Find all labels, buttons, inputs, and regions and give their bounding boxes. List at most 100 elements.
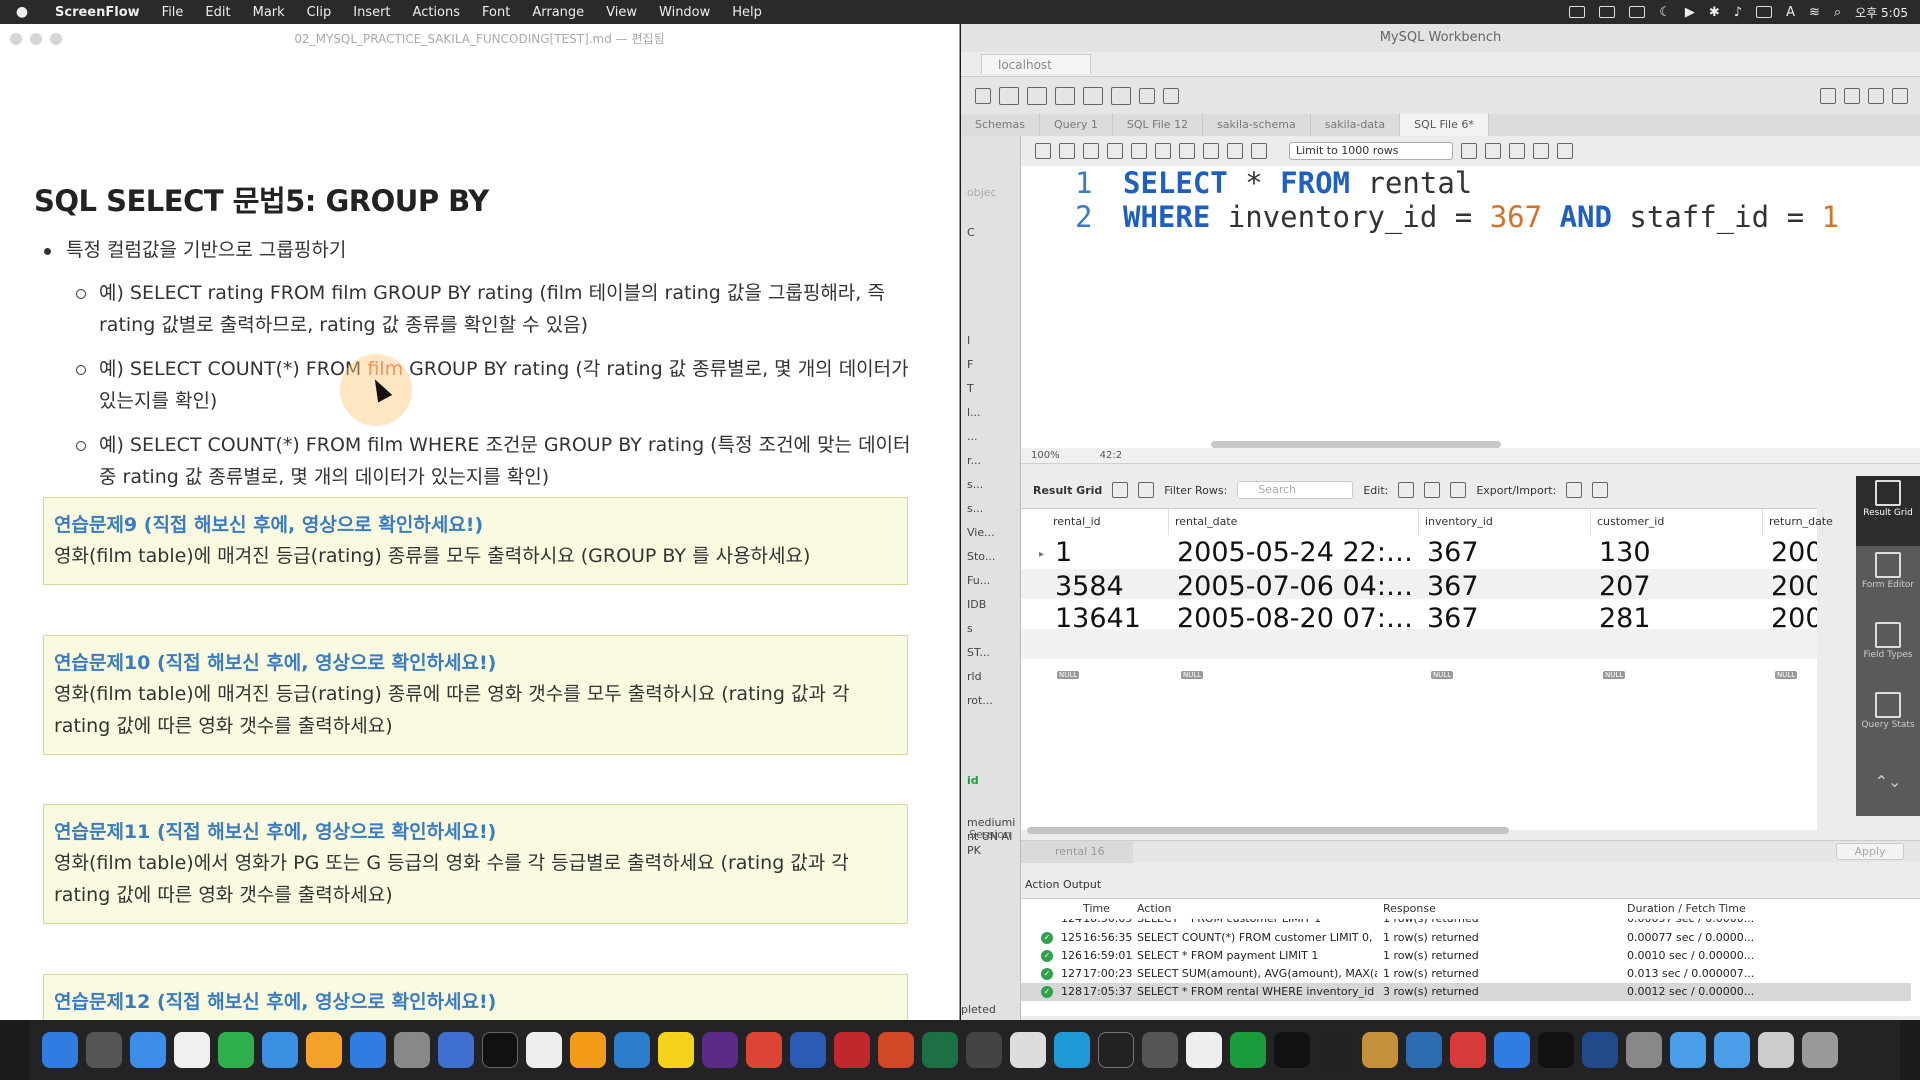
result-tab[interactable]: rental 16	[1021, 841, 1133, 863]
moon-icon[interactable]: ☾	[1659, 5, 1671, 20]
cell[interactable]: 3584	[1055, 571, 1165, 602]
menu-app[interactable]: ScreenFlow	[44, 5, 151, 20]
tab-sakila-schema[interactable]: sakila-schema	[1203, 114, 1311, 136]
chrome-icon[interactable]	[746, 1032, 782, 1068]
sidebar-item[interactable]: C	[967, 226, 975, 239]
rollback-icon[interactable]	[1227, 143, 1243, 159]
sidebar-item[interactable]: Sto...	[967, 550, 995, 563]
filter-search-input[interactable]: Search	[1237, 481, 1354, 499]
reconnect-icon[interactable]	[1163, 87, 1179, 104]
app-icon[interactable]	[1054, 1032, 1090, 1068]
beautify-icon[interactable]	[1485, 143, 1501, 159]
query-stats-toggle[interactable]: Query Stats	[1856, 688, 1920, 758]
app-icon[interactable]	[1142, 1032, 1178, 1068]
tab-schemas[interactable]: Schemas	[961, 114, 1040, 136]
open-file-icon[interactable]	[1035, 143, 1051, 159]
search-icon[interactable]: ⌕	[1834, 5, 1841, 20]
webstorm-icon[interactable]	[1318, 1032, 1354, 1068]
sidebar-item[interactable]: ST...	[967, 646, 990, 659]
app-icon[interactable]	[1494, 1032, 1530, 1068]
textedit-icon[interactable]	[526, 1032, 562, 1068]
downloads-folder-icon[interactable]	[1714, 1032, 1750, 1068]
folder-icon[interactable]	[1670, 1032, 1706, 1068]
execute-icon[interactable]	[1083, 143, 1099, 159]
menu-file[interactable]: File	[151, 5, 195, 20]
bluetooth-icon[interactable]: ✱	[1709, 5, 1720, 20]
menu-help[interactable]: Help	[721, 5, 773, 20]
bookmark-icon[interactable]	[1461, 143, 1477, 159]
filezilla-icon[interactable]	[834, 1032, 870, 1068]
result-grid[interactable]: rental_id rental_date inventory_id custo…	[1021, 508, 1833, 834]
finder-icon[interactable]	[42, 1032, 78, 1068]
cell[interactable]: 2005	[1771, 537, 1817, 568]
find-icon[interactable]	[1509, 143, 1525, 159]
control-center-icon[interactable]	[1629, 6, 1646, 18]
vscode-icon[interactable]	[614, 1032, 650, 1068]
tab-sakila-data[interactable]: sakila-data	[1311, 114, 1401, 136]
calendar-icon[interactable]	[174, 1032, 210, 1068]
export-icon[interactable]	[1566, 482, 1583, 498]
sidebar-item[interactable]: rot...	[967, 694, 993, 707]
action-output-select[interactable]: Action Output	[1021, 874, 1920, 896]
menu-clip[interactable]: Clip	[296, 5, 343, 20]
toggle-output-icon[interactable]	[1868, 87, 1884, 104]
grid-scrollbar[interactable]	[1027, 827, 1509, 834]
column-header[interactable]: return_date	[1763, 509, 1833, 535]
save-icon[interactable]	[1059, 143, 1075, 159]
tab-sql-file-12[interactable]: SQL File 12	[1113, 114, 1204, 136]
edit-row-icon[interactable]	[1398, 482, 1415, 498]
new-sql-tab-icon[interactable]	[999, 86, 1019, 105]
toggle-continue-icon[interactable]	[1179, 143, 1195, 159]
sidebar-item[interactable]: s	[967, 622, 973, 635]
keynote-icon[interactable]	[262, 1032, 298, 1068]
clock[interactable]: 오후 5:05	[1855, 4, 1908, 21]
sidebar-item[interactable]: ...	[967, 430, 978, 443]
cell[interactable]: 367	[1427, 571, 1587, 602]
app-icon[interactable]	[1758, 1032, 1794, 1068]
menu-actions[interactable]: Actions	[402, 5, 472, 20]
sidebar-filter[interactable]: objec	[967, 186, 997, 199]
log-row[interactable]: ✓ 127 17:00:23 SELECT SUM(amount), AVG(a…	[1021, 965, 1911, 983]
pages-icon[interactable]	[306, 1032, 342, 1068]
sidebar-item[interactable]: T	[967, 382, 974, 395]
settings-icon[interactable]	[1820, 87, 1836, 104]
wrap-icon[interactable]	[1557, 143, 1573, 159]
screenflow-icon[interactable]	[1538, 1032, 1574, 1068]
cell[interactable]: 2005-05-24 22:…	[1177, 537, 1417, 568]
sidebar-item[interactable]: s...	[967, 502, 983, 515]
calculator-icon[interactable]	[966, 1032, 1002, 1068]
cell[interactable]: 367	[1427, 603, 1587, 634]
cell[interactable]: 281	[1599, 603, 1759, 634]
open-sql-icon[interactable]	[1027, 86, 1047, 105]
sidebar-item[interactable]: r...	[967, 454, 981, 467]
sidebar-item[interactable]: F	[967, 358, 973, 371]
powerpoint-icon[interactable]	[878, 1032, 914, 1068]
tab-sql-file-6[interactable]: SQL File 6*	[1400, 114, 1489, 136]
play-icon[interactable]: ▶	[1685, 5, 1695, 20]
import-icon[interactable]	[1592, 482, 1609, 498]
add-row-icon[interactable]	[1424, 482, 1441, 498]
column-header[interactable]: rental_date	[1169, 509, 1419, 535]
app-icon[interactable]	[1626, 1032, 1662, 1068]
invisible-chars-icon[interactable]	[1533, 143, 1549, 159]
commit-icon[interactable]	[1203, 143, 1219, 159]
word-icon[interactable]	[790, 1032, 826, 1068]
system-preferences-icon[interactable]	[394, 1032, 430, 1068]
grid-icon[interactable]	[1112, 482, 1129, 498]
cell[interactable]: 2005-08-20 07:…	[1177, 603, 1417, 634]
close-button[interactable]	[10, 33, 22, 45]
autocommit-icon[interactable]	[1251, 143, 1267, 159]
connection-tab[interactable]: localhost	[981, 54, 1091, 74]
log-row[interactable]: ✓ 126 16:59:01 SELECT * FROM payment LIM…	[1021, 947, 1911, 965]
volume-icon[interactable]: ♪	[1734, 5, 1742, 20]
menu-extra-icon[interactable]	[1599, 6, 1616, 18]
terminal-icon[interactable]	[482, 1032, 518, 1068]
cell[interactable]: 1	[1055, 537, 1165, 568]
mysql-workbench-icon[interactable]	[1406, 1032, 1442, 1068]
execute-current-icon[interactable]	[1107, 143, 1123, 159]
numbers-icon[interactable]	[218, 1032, 254, 1068]
editor-scrollbar[interactable]	[1211, 441, 1501, 448]
new-view-icon[interactable]	[1111, 86, 1131, 105]
menu-insert[interactable]: Insert	[342, 5, 401, 20]
apply-button[interactable]: Apply	[1836, 843, 1904, 860]
